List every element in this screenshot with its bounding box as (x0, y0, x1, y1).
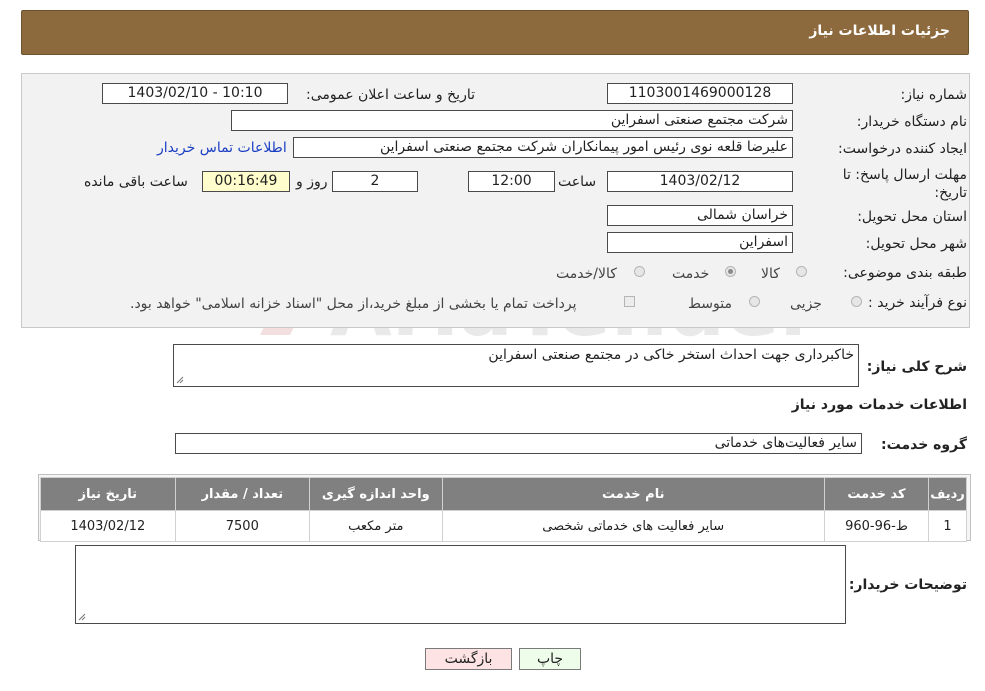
process-radio-minor[interactable] (851, 296, 862, 307)
service-name-cell: سایر فعالیت های خدماتی شخصی (441, 510, 825, 542)
deadline-label: مهلت ارسال پاسخ: تا تاریخ: (842, 167, 967, 201)
service-code-cell: ط-96-960 (823, 510, 930, 542)
process-option-medium: متوسط (688, 296, 732, 312)
print-button[interactable]: چاپ (519, 648, 581, 670)
process-radio-medium[interactable] (749, 296, 760, 307)
remaining-label: ساعت باقی مانده (84, 174, 188, 190)
buyer-notes-textarea[interactable] (75, 545, 846, 624)
services-table: ردیف کد خدمت نام خدمت واحد اندازه گیری ت… (40, 477, 967, 542)
need-date-cell: 1403/02/12 (40, 510, 176, 542)
creator-field: علیرضا قلعه نوی رئیس امور پیمانکاران شرک… (293, 137, 793, 158)
col-date-header: تاریخ نیاز (40, 477, 176, 511)
category-radio-goods-service[interactable] (634, 266, 645, 277)
col-unit-header: واحد اندازه گیری (309, 477, 443, 511)
province-label: استان محل تحویل: (857, 209, 967, 225)
deadline-date-field: 1403/02/12 (607, 171, 793, 192)
back-button[interactable]: بازگشت (425, 648, 512, 670)
days-field: 2 (332, 171, 418, 192)
col-name-header: نام خدمت (441, 477, 825, 511)
quantity-cell: 7500 (174, 510, 311, 542)
summary-label: شرح کلی نیاز: (866, 359, 967, 375)
creator-label: ایجاد کننده درخواست: (838, 141, 967, 157)
summary-textarea[interactable]: خاکبرداری جهت احداث استخر خاکی در مجتمع … (173, 344, 859, 387)
announce-field: 1403/02/10 - 10:10 (102, 83, 288, 104)
process-label: نوع فرآیند خرید : (868, 295, 967, 311)
buyer-contact-link[interactable]: اطلاعات تماس خریدار (157, 140, 287, 156)
category-option-goods-service: کالا/خدمت (556, 266, 617, 282)
page-title: جزئیات اطلاعات نیاز (809, 23, 950, 39)
col-code-header: کد خدمت (823, 477, 930, 511)
process-option-minor: جزیی (790, 296, 822, 312)
announce-label: تاریخ و ساعت اعلان عمومی: (306, 87, 475, 103)
deadline-time-label: ساعت (558, 174, 597, 190)
table-header-row: ردیف کد خدمت نام خدمت واحد اندازه گیری ت… (40, 477, 967, 511)
page-header: جزئیات اطلاعات نیاز (21, 10, 969, 55)
service-group-field: سایر فعالیت‌های خدماتی (175, 433, 862, 454)
resize-grip-icon[interactable] (176, 376, 184, 384)
deadline-time-field: 12:00 (468, 171, 555, 192)
services-section-title: اطلاعات خدمات مورد نیاز (791, 397, 967, 413)
col-row-header: ردیف (928, 477, 967, 511)
buyer-org-label: نام دستگاه خریدار: (856, 114, 967, 130)
table-row: 1 ط-96-960 سایر فعالیت های خدماتی شخصی م… (40, 510, 967, 542)
days-label: روز و (296, 174, 328, 190)
category-radio-goods[interactable] (796, 266, 807, 277)
category-label: طبقه بندی موضوعی: (843, 265, 967, 281)
resize-grip-icon[interactable] (78, 613, 86, 621)
row-number-cell: 1 (928, 510, 967, 542)
treasury-checkbox[interactable] (624, 296, 635, 307)
city-field: اسفراین (607, 232, 793, 253)
service-group-label: گروه خدمت: (881, 437, 967, 453)
remaining-time-field: 00:16:49 (202, 171, 290, 192)
treasury-note: پرداخت تمام یا بخشی از مبلغ خرید،از محل … (130, 296, 577, 312)
need-number-label: شماره نیاز: (900, 87, 968, 103)
category-option-service: خدمت (672, 266, 710, 282)
category-radio-service[interactable] (725, 266, 736, 277)
buyer-notes-label: توضیحات خریدار: (848, 577, 967, 593)
province-field: خراسان شمالی (607, 205, 793, 226)
buyer-org-field: شرکت مجتمع صنعتی اسفراین (231, 110, 793, 131)
city-label: شهر محل تحویل: (865, 236, 967, 252)
summary-text: خاکبرداری جهت احداث استخر خاکی در مجتمع … (488, 347, 854, 363)
col-qty-header: تعداد / مقدار (174, 477, 311, 511)
unit-cell: متر مکعب (309, 510, 443, 542)
need-number-field: 1103001469000128 (607, 83, 793, 104)
category-option-goods: کالا (761, 266, 780, 282)
